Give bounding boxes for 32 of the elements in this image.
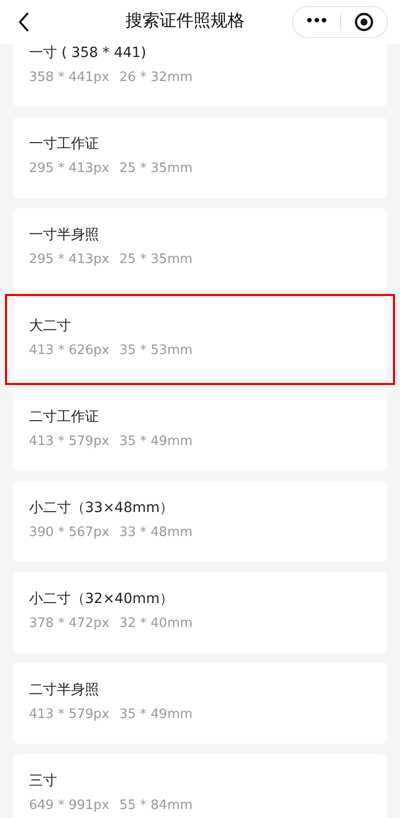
size-name: 二寸半身照 [29, 681, 100, 699]
size-name: 大二寸 [29, 317, 72, 335]
pixel-size: 649 * 991px [29, 798, 110, 814]
print-size: 35 * 53mm [119, 343, 193, 359]
size-name: 小二寸（32×40mm） [29, 590, 175, 608]
pixel-size: 413 * 626px [29, 343, 110, 359]
size-name: 一寸工作证 [29, 135, 100, 153]
pixel-size: 390 * 567px [29, 525, 110, 541]
print-size: 33 * 48mm [119, 525, 193, 541]
print-size: 35 * 49mm [119, 707, 193, 723]
print-size: 25 * 35mm [119, 252, 193, 268]
print-size: 55 * 84mm [119, 798, 193, 814]
size-name: 小二寸（33×48mm） [29, 499, 175, 517]
print-size: 35 * 49mm [119, 434, 193, 450]
page-title: 搜索证件照规格 [124, 10, 246, 34]
pixel-size: 413 * 579px [29, 434, 110, 450]
back-icon [18, 12, 30, 32]
print-size: 25 * 35mm [119, 161, 193, 177]
size-name: 三寸 [29, 772, 58, 790]
size-name: 一寸 ( 358 * 441) [29, 44, 148, 62]
size-name: 二寸工作证 [29, 408, 100, 426]
size-card[interactable]: 大二寸 413 * 626px 35 * 53mm [5, 294, 395, 385]
pixel-size: 295 * 413px [29, 161, 110, 177]
target-icon [354, 12, 374, 32]
print-size: 32 * 40mm [119, 616, 193, 632]
size-name: 一寸半身照 [29, 226, 100, 244]
pixel-size: 413 * 579px [29, 707, 110, 723]
print-size: 26 * 32mm [119, 70, 193, 86]
pixel-size: 358 * 441px [29, 70, 110, 86]
pixel-size: 295 * 413px [29, 252, 110, 268]
more-button[interactable]: ••• [293, 12, 340, 32]
pixel-size: 378 * 472px [29, 616, 110, 632]
